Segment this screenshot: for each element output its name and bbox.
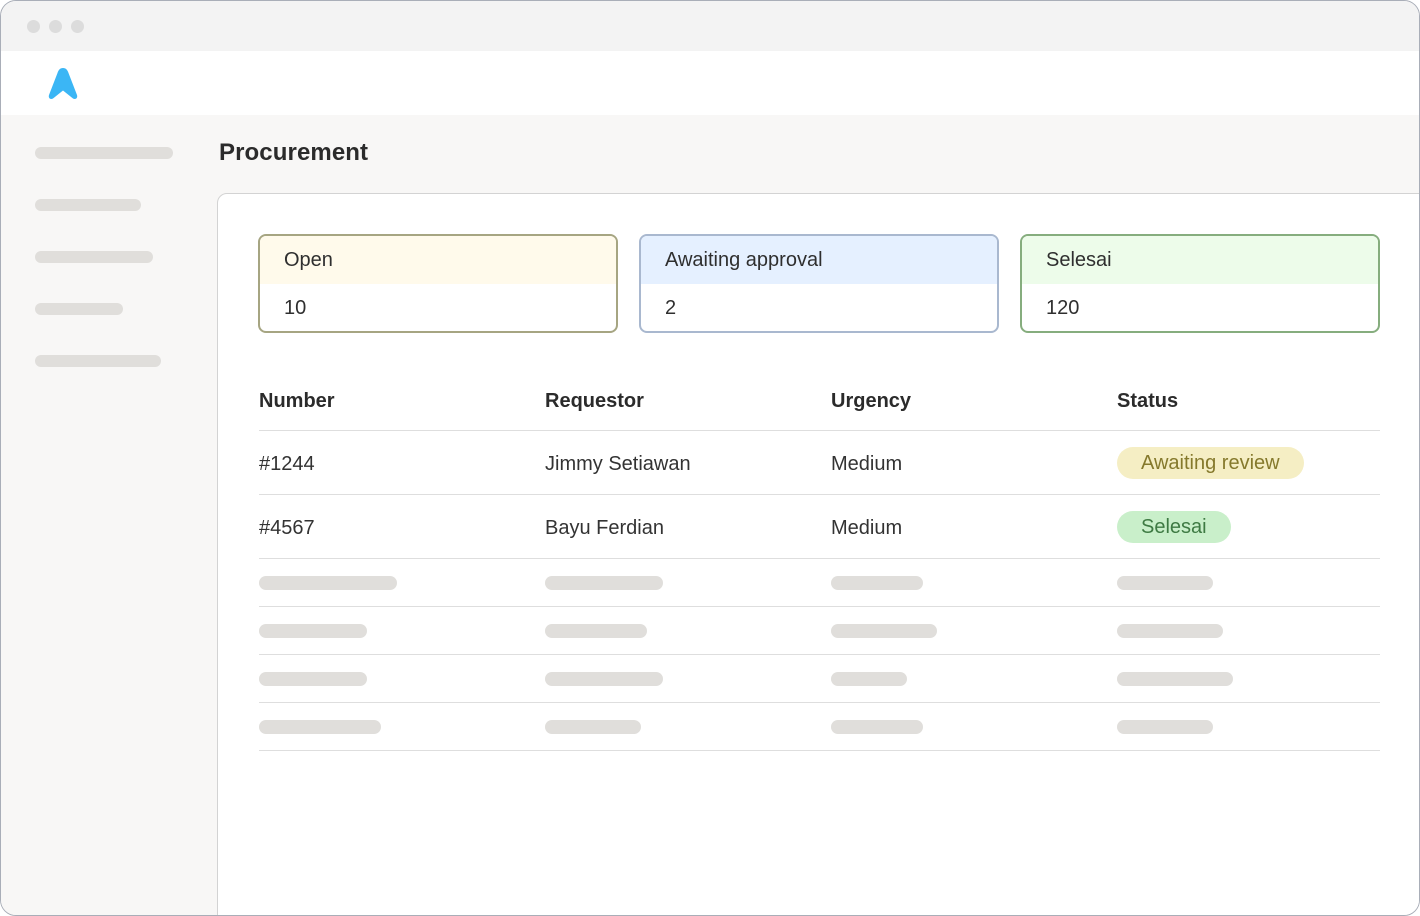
sidebar-item-placeholder[interactable] [35,147,173,159]
window-close-dot[interactable] [27,20,40,33]
divider [259,494,1380,495]
cell-urgency: Medium [831,517,903,539]
cell-placeholder [1117,576,1213,590]
summary-card-value: 2 [665,297,677,319]
cell-placeholder [1117,720,1213,734]
cell-requestor: Bayu Ferdian [545,517,664,539]
cell-placeholder [545,576,663,590]
divider [259,606,1380,607]
cell-placeholder [831,720,923,734]
divider [259,430,1380,431]
cell-urgency: Medium [831,453,903,475]
divider [259,558,1380,559]
summary-card-value: 10 [284,297,307,319]
summary-card-label: Awaiting approval [641,236,997,284]
cell-placeholder [1117,672,1233,686]
status-badge: Selesai [1117,511,1231,543]
app-header [1,51,1419,115]
sidebar-item-placeholder[interactable] [35,199,141,211]
summary-card-value: 120 [1046,297,1080,319]
sidebar-item-placeholder[interactable] [35,251,153,263]
column-header-requestor[interactable]: Requestor [545,390,644,413]
summary-card-selesai[interactable]: Selesai 120 [1020,234,1380,333]
cell-number: #4567 [259,517,315,539]
cell-number: #1244 [259,453,315,475]
content-panel: Open 10 Awaiting approval 2 Selesai 120 … [217,193,1419,915]
cell-placeholder [259,576,397,590]
sidebar-item-placeholder[interactable] [35,355,161,367]
column-header-status[interactable]: Status [1117,390,1178,413]
divider [259,654,1380,655]
cell-placeholder [259,624,367,638]
summary-card-label: Selesai [1022,236,1378,284]
divider [259,750,1380,751]
divider [259,702,1380,703]
sidebar-item-placeholder[interactable] [35,303,123,315]
browser-window: Procurement Open 10 Awaiting approval 2 … [0,0,1420,916]
cell-placeholder [831,624,937,638]
cell-placeholder [545,720,641,734]
cell-placeholder [545,624,647,638]
cell-placeholder [831,576,923,590]
summary-card-label: Open [260,236,616,284]
window-maximize-dot[interactable] [71,20,84,33]
cell-placeholder [545,672,663,686]
cell-placeholder [259,672,367,686]
summary-card-open[interactable]: Open 10 [258,234,618,333]
window-minimize-dot[interactable] [49,20,62,33]
title-bar [1,1,1419,51]
summary-card-awaiting-approval[interactable]: Awaiting approval 2 [639,234,999,333]
column-header-urgency[interactable]: Urgency [831,390,911,413]
cell-placeholder [259,720,381,734]
app-logo-icon[interactable] [45,65,81,101]
status-badge: Awaiting review [1117,447,1304,479]
cell-placeholder [831,672,907,686]
cell-requestor: Jimmy Setiawan [545,453,691,475]
cell-placeholder [1117,624,1223,638]
sidebar [1,115,217,915]
page-title: Procurement [219,139,369,166]
column-header-number[interactable]: Number [259,390,335,413]
